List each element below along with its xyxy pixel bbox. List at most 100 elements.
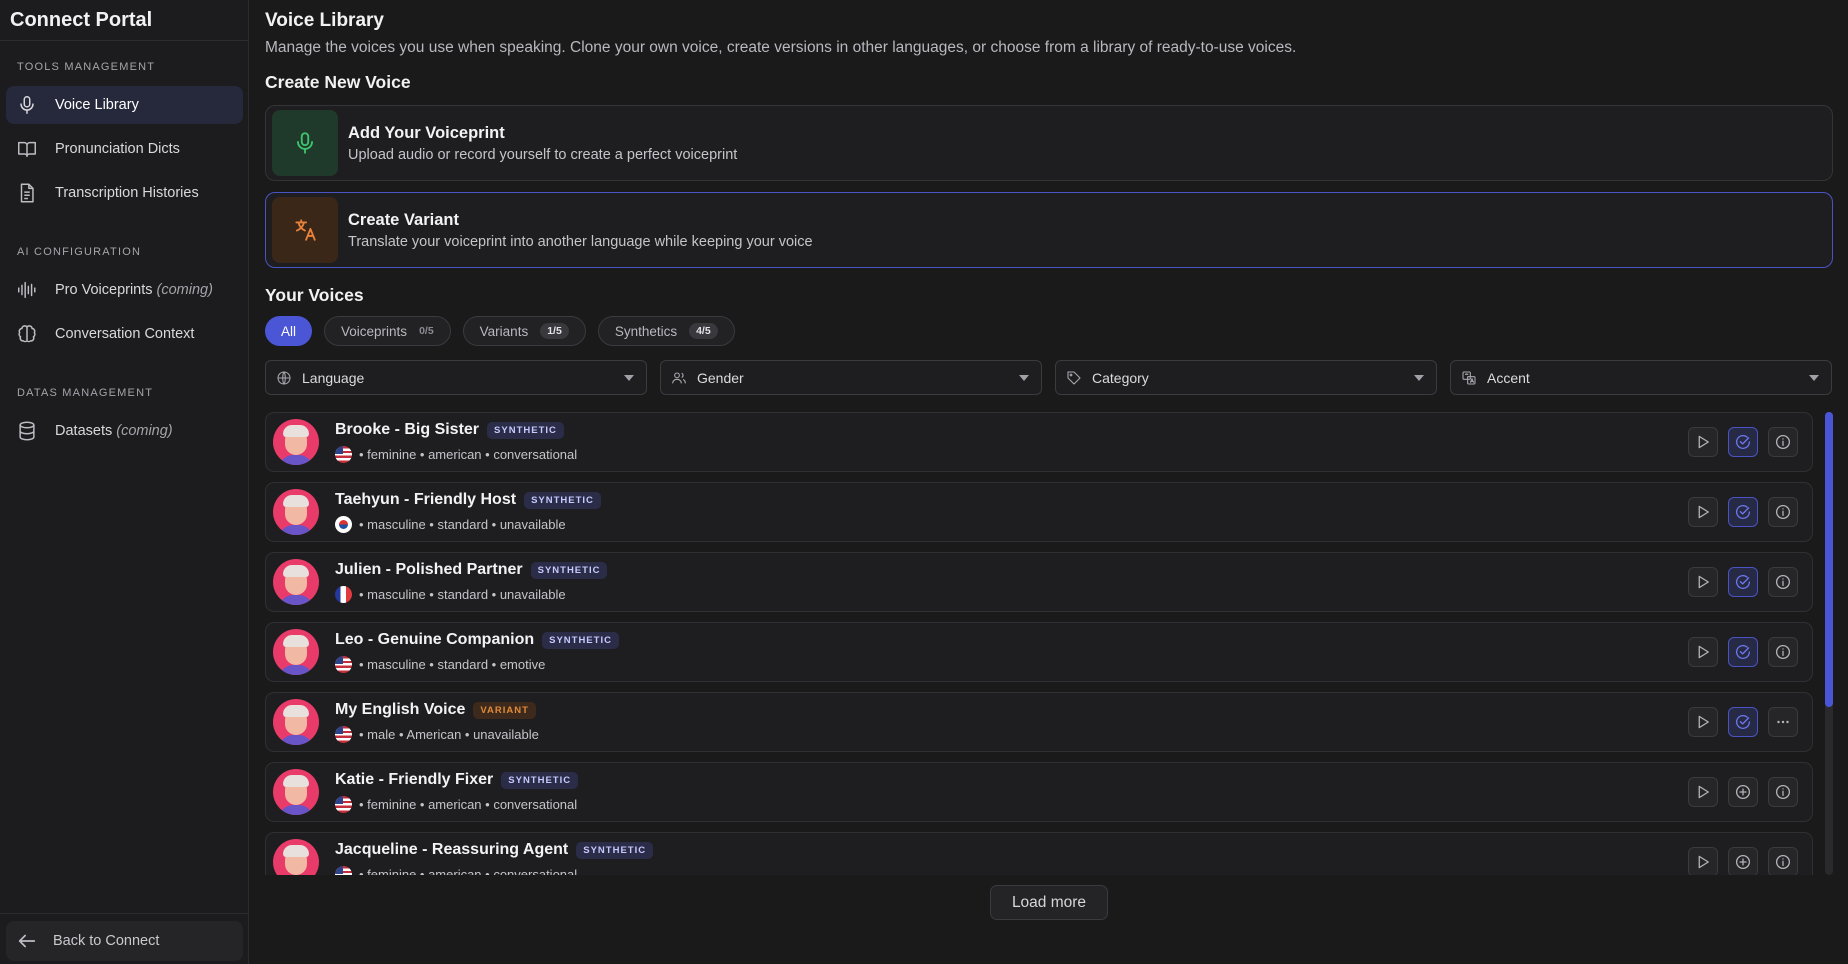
accent-filter[interactable]: Accent xyxy=(1450,360,1832,395)
info-button[interactable] xyxy=(1768,777,1798,807)
add-button[interactable] xyxy=(1728,777,1758,807)
voice-meta: • feminine • american • conversational xyxy=(359,867,578,875)
chevron-down-icon xyxy=(1809,375,1819,381)
voice-name: My English Voice xyxy=(335,701,466,718)
document-icon xyxy=(20,183,34,203)
sidebar-item-pro-voiceprints[interactable]: Pro Voiceprints (coming) xyxy=(6,271,243,309)
voice-actions xyxy=(1688,847,1798,875)
avatar-body xyxy=(279,805,313,815)
voice-actions xyxy=(1688,707,1798,737)
avatar xyxy=(273,489,319,535)
voice-name: Leo - Genuine Companion xyxy=(335,631,535,648)
create-variant-icon-box xyxy=(272,197,338,263)
voice-row[interactable]: Leo - Genuine Companion SYNTHETIC • mascul… xyxy=(265,622,1813,682)
check-circle-icon xyxy=(1735,434,1751,449)
selected-button[interactable] xyxy=(1728,427,1758,457)
avatar-body xyxy=(279,665,313,675)
flag-icon xyxy=(335,516,352,533)
selected-button[interactable] xyxy=(1728,707,1758,737)
sidebar-item-datasets[interactable]: Datasets (coming) xyxy=(6,412,243,450)
avatar-body xyxy=(279,735,313,745)
avatar-hair xyxy=(283,565,309,577)
back-to-connect-button[interactable]: Back to Connect xyxy=(6,921,243,961)
info-button[interactable] xyxy=(1768,637,1798,667)
gender-filter[interactable]: Gender xyxy=(660,360,1042,395)
sidebar-item-conversation-context[interactable]: Conversation Context xyxy=(6,315,243,353)
tab-all[interactable]: All xyxy=(265,316,313,346)
play-button[interactable] xyxy=(1688,847,1718,875)
voice-name-line: Katie - Friendly Fixer SYNTHETIC xyxy=(335,771,579,789)
selected-button[interactable] xyxy=(1728,567,1758,597)
category-filter[interactable]: Category xyxy=(1055,360,1437,395)
mic-icon xyxy=(20,96,34,114)
sidebar-item-voice-library[interactable]: Voice Library xyxy=(6,86,243,124)
info-icon xyxy=(1775,504,1791,520)
voice-row[interactable]: Julien - Polished Partner SYNTHETIC • masc… xyxy=(265,552,1813,612)
voice-row[interactable]: Katie - Friendly Fixer SYNTHETIC • feminin… xyxy=(265,762,1813,822)
translate-icon xyxy=(1462,370,1476,385)
avatar-body xyxy=(279,525,313,535)
voice-info: Brooke - Big Sister SYNTHETIC • feminine •… xyxy=(335,421,577,463)
voice-info: Jacqueline - Reassuring Agent SYNTHETIC • … xyxy=(335,841,654,875)
filter-label: Gender xyxy=(697,369,744,386)
tab-label: Variants xyxy=(479,323,529,339)
more-button[interactable] xyxy=(1768,707,1798,737)
play-button[interactable] xyxy=(1688,637,1718,667)
play-icon xyxy=(1698,505,1709,519)
arrow-left-icon xyxy=(18,934,36,948)
voice-meta-line: • masculine • standard • unavailable xyxy=(335,586,607,603)
info-button[interactable] xyxy=(1768,567,1798,597)
create-variant-card[interactable]: Create Variant Translate your voiceprint… xyxy=(265,192,1833,268)
info-button[interactable] xyxy=(1768,427,1798,457)
play-button[interactable] xyxy=(1688,777,1718,807)
voice-name: Katie - Friendly Fixer xyxy=(335,771,494,788)
info-button[interactable] xyxy=(1768,847,1798,875)
avatar-hair xyxy=(283,705,309,717)
voice-row[interactable]: My English Voice VARIANT • male • American… xyxy=(265,692,1813,752)
info-button[interactable] xyxy=(1768,497,1798,527)
voice-row[interactable]: Taehyun - Friendly Host SYNTHETIC • mascul… xyxy=(265,482,1813,542)
add-voiceprint-card[interactable]: Add Your Voiceprint Upload audio or reco… xyxy=(265,105,1833,181)
voice-meta-line: • feminine • american • conversational xyxy=(335,796,578,813)
avatar-hair xyxy=(283,845,309,857)
scrollbar-thumb[interactable] xyxy=(1825,412,1833,707)
tab-synthetics[interactable]: Synthetics 4/5 xyxy=(597,316,735,346)
check-circle-icon xyxy=(1735,504,1751,519)
add-voiceprint-icon-box xyxy=(272,110,338,176)
tab-voiceprints[interactable]: Voiceprints 0/5 xyxy=(324,316,451,346)
load-more-button[interactable]: Load more xyxy=(990,885,1108,920)
check-circle-icon xyxy=(1735,644,1751,659)
voice-meta: • masculine • standard • unavailable xyxy=(359,517,566,532)
flag-icon xyxy=(335,586,352,603)
voice-meta-line: • masculine • standard • unavailable xyxy=(335,516,601,533)
voice-name: Jacqueline - Reassuring Agent xyxy=(335,841,569,858)
tag-icon xyxy=(1067,370,1081,385)
info-icon xyxy=(1775,434,1791,450)
sidebar-item-pronunciation-dicts[interactable]: Pronunciation Dicts xyxy=(6,130,243,168)
language-filter[interactable]: Language xyxy=(265,360,647,395)
voice-row[interactable]: Jacqueline - Reassuring Agent SYNTHETIC • … xyxy=(265,832,1813,875)
info-icon xyxy=(1775,784,1791,800)
flag-icon xyxy=(335,796,352,813)
list-scrollbar[interactable] xyxy=(1825,412,1833,875)
voice-type-badge: SYNTHETIC xyxy=(487,421,564,439)
plus-circle-icon xyxy=(1735,854,1751,870)
play-button[interactable] xyxy=(1688,427,1718,457)
chevron-down-icon xyxy=(1414,375,1424,381)
tab-count: 0/5 xyxy=(419,325,434,337)
info-icon xyxy=(1775,574,1791,590)
selected-button[interactable] xyxy=(1728,497,1758,527)
add-button[interactable] xyxy=(1728,847,1758,875)
card-subtitle: Upload audio or record yourself to creat… xyxy=(348,146,738,163)
selected-button[interactable] xyxy=(1728,637,1758,667)
sidebar-divider xyxy=(0,913,249,914)
voice-row[interactable]: Brooke - Big Sister SYNTHETIC • feminine •… xyxy=(265,412,1813,472)
database-icon xyxy=(19,421,35,441)
tab-variants[interactable]: Variants 1/5 xyxy=(462,316,586,346)
play-button[interactable] xyxy=(1688,567,1718,597)
sidebar-item-label: Transcription Histories xyxy=(55,185,199,201)
play-button[interactable] xyxy=(1688,497,1718,527)
play-button[interactable] xyxy=(1688,707,1718,737)
sidebar-item-transcription-histories[interactable]: Transcription Histories xyxy=(6,174,243,212)
card-title: Add Your Voiceprint xyxy=(348,123,505,142)
